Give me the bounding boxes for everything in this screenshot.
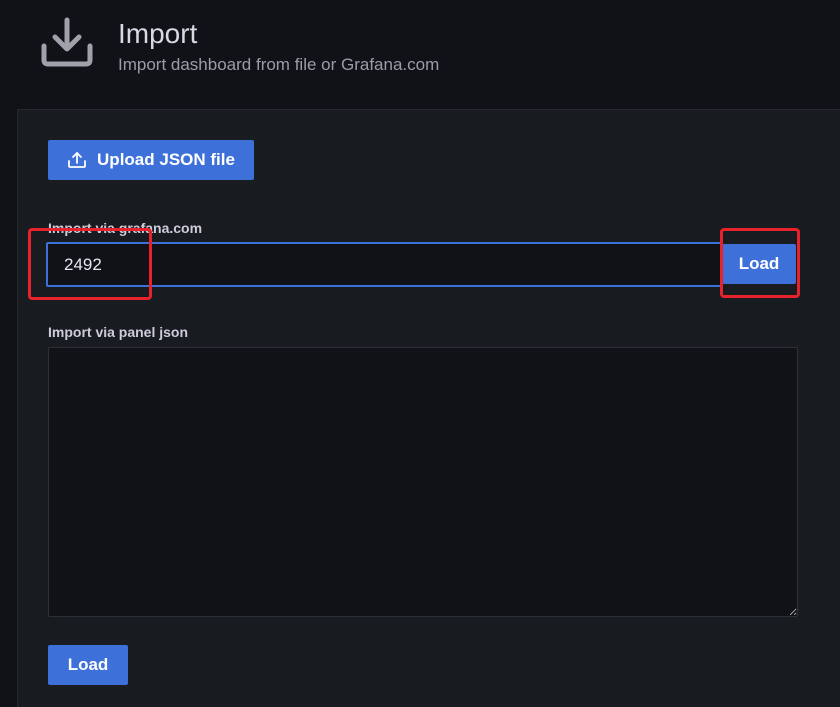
upload-json-button[interactable]: Upload JSON file: [48, 140, 254, 180]
page-subtitle: Import dashboard from file or Grafana.co…: [118, 55, 440, 74]
panel-json-textarea[interactable]: [48, 347, 798, 617]
upload-json-label: Upload JSON file: [97, 150, 235, 169]
load-panel-json-button[interactable]: Load: [48, 645, 128, 685]
upload-icon: [68, 152, 86, 168]
page-title: Import: [118, 18, 198, 49]
grafana-com-label: Import via grafana.com: [48, 220, 203, 236]
grafana-com-input[interactable]: [46, 242, 722, 287]
import-download-icon: [41, 17, 93, 67]
panel-json-label: Import via panel json: [48, 324, 189, 340]
load-grafana-com-button[interactable]: Load: [722, 244, 796, 284]
page-header: Import Import dashboard from file or Gra…: [0, 0, 840, 109]
